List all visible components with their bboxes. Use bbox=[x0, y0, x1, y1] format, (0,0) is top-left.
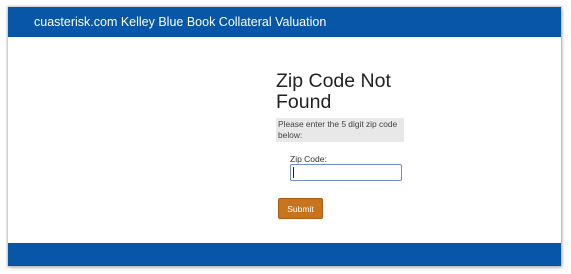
footer-bar bbox=[8, 243, 561, 266]
zip-code-label: Zip Code: bbox=[290, 154, 327, 164]
zip-code-input[interactable] bbox=[290, 164, 402, 181]
instructions-text: Please enter the 5 digit zip code below: bbox=[276, 118, 404, 142]
header-bar: cuasterisk.com Kelley Blue Book Collater… bbox=[8, 7, 561, 37]
browser-frame: cuasterisk.com Kelley Blue Book Collater… bbox=[8, 7, 561, 266]
site-title: cuasterisk.com Kelley Blue Book Collater… bbox=[34, 15, 327, 29]
submit-button[interactable]: Submit bbox=[278, 198, 323, 219]
text-cursor bbox=[293, 167, 294, 178]
main-content: Zip Code Not Found Please enter the 5 di… bbox=[8, 37, 561, 237]
page-title: Zip Code Not Found bbox=[276, 70, 391, 113]
